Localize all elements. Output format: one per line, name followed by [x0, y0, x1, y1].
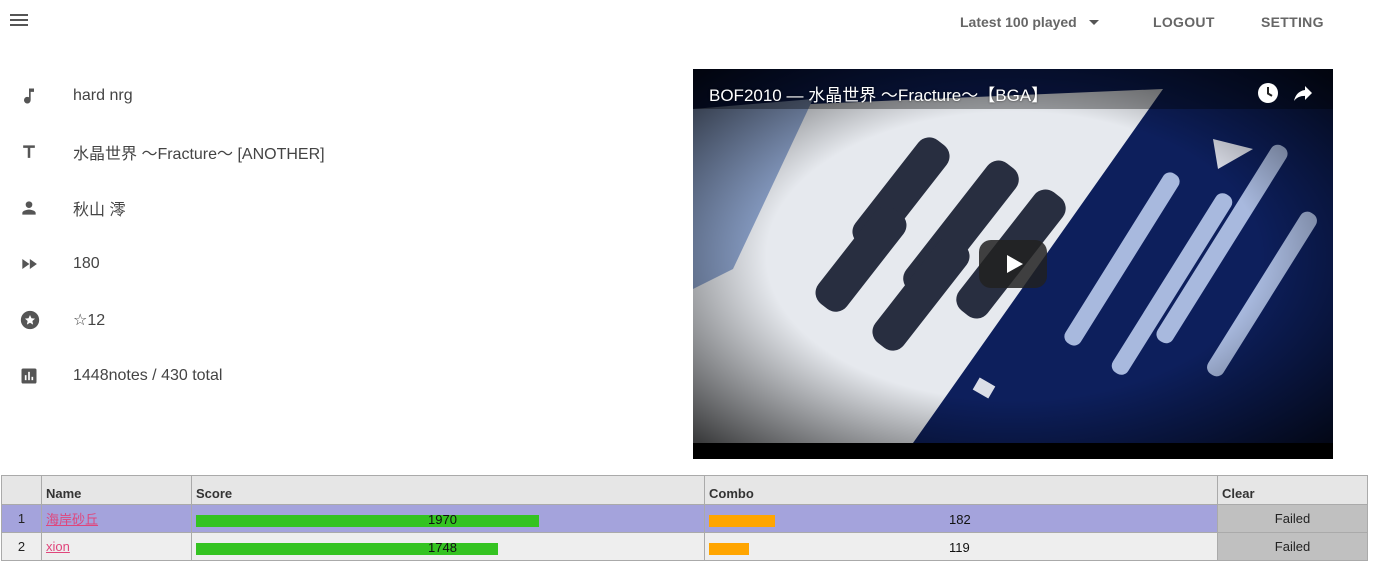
- score-table: Name Score Combo Clear 1 海岸砂丘 1970 182 F…: [1, 475, 1368, 561]
- bpm-row: 180: [0, 236, 660, 292]
- name-cell: xion: [41, 532, 192, 561]
- clear-status-cell: Failed: [1217, 532, 1368, 561]
- table-header-row: Name Score Combo Clear: [1, 475, 1368, 505]
- hamburger-menu-icon[interactable]: [10, 12, 32, 32]
- player-link[interactable]: 海岸砂丘: [46, 512, 98, 527]
- combo-value: 119: [949, 540, 970, 555]
- setting-button[interactable]: SETTING: [1261, 14, 1324, 30]
- combo-bar: [709, 543, 749, 555]
- sort-dropdown-label: Latest 100 played: [960, 14, 1077, 30]
- score-value: 1748: [428, 540, 457, 555]
- combo-cell: 182: [704, 504, 1218, 533]
- song-info-list: hard nrg 水晶世界 〜Fracture〜 [ANOTHER] 秋山 澪 …: [0, 68, 660, 404]
- music-note-icon: [0, 86, 73, 106]
- col-header-clear[interactable]: Clear: [1217, 475, 1368, 505]
- table-row: 2 xion 1748 119 Failed: [1, 532, 1368, 561]
- combo-bar: [709, 515, 775, 527]
- notes-text: 1448notes / 430 total: [73, 367, 223, 384]
- score-cell: 1748: [191, 532, 705, 561]
- level-row: ☆12: [0, 292, 660, 348]
- artist-text: 秋山 澪: [73, 202, 126, 219]
- genre-text: hard nrg: [73, 87, 133, 104]
- caret-down-icon: [1088, 19, 1099, 25]
- play-button[interactable]: [979, 240, 1047, 288]
- notes-row: 1448notes / 430 total: [0, 348, 660, 404]
- col-header-rank: [1, 475, 42, 505]
- title-text: 水晶世界 〜Fracture〜 [ANOTHER]: [73, 146, 325, 163]
- rank-cell: 2: [1, 532, 42, 561]
- title-row: 水晶世界 〜Fracture〜 [ANOTHER]: [0, 124, 660, 180]
- video-player[interactable]: BOF2010 — 水晶世界 〜Fracture〜【BGA】: [693, 69, 1333, 459]
- rank-cell: 1: [1, 504, 42, 533]
- star-circle-icon: [0, 309, 73, 331]
- col-header-combo[interactable]: Combo: [704, 475, 1218, 505]
- fast-forward-icon: [0, 254, 73, 274]
- bar-chart-icon: [0, 366, 73, 386]
- combo-cell: 119: [704, 532, 1218, 561]
- watch-later-clock-icon[interactable]: [1256, 81, 1280, 105]
- artist-row: 秋山 澪: [0, 180, 660, 236]
- col-header-name[interactable]: Name: [41, 475, 192, 505]
- bpm-text: 180: [73, 255, 100, 272]
- score-bar: [196, 515, 539, 527]
- table-row: 1 海岸砂丘 1970 182 Failed: [1, 504, 1368, 533]
- col-header-score[interactable]: Score: [191, 475, 705, 505]
- score-value: 1970: [428, 512, 457, 527]
- level-text: ☆12: [73, 312, 106, 329]
- share-arrow-icon[interactable]: [1291, 81, 1315, 105]
- score-cell: 1970: [191, 504, 705, 533]
- top-bar: Latest 100 played LOGOUT SETTING: [0, 0, 1378, 46]
- genre-row: hard nrg: [0, 68, 660, 124]
- sort-dropdown[interactable]: Latest 100 played: [960, 14, 1099, 30]
- person-icon: [0, 198, 73, 218]
- video-title[interactable]: BOF2010 — 水晶世界 〜Fracture〜【BGA】: [709, 81, 1048, 106]
- logout-button[interactable]: LOGOUT: [1153, 14, 1215, 30]
- text-title-icon: [0, 142, 73, 162]
- player-link[interactable]: xion: [46, 539, 70, 554]
- name-cell: 海岸砂丘: [41, 504, 192, 533]
- clear-status-cell: Failed: [1217, 504, 1368, 533]
- combo-value: 182: [949, 512, 971, 527]
